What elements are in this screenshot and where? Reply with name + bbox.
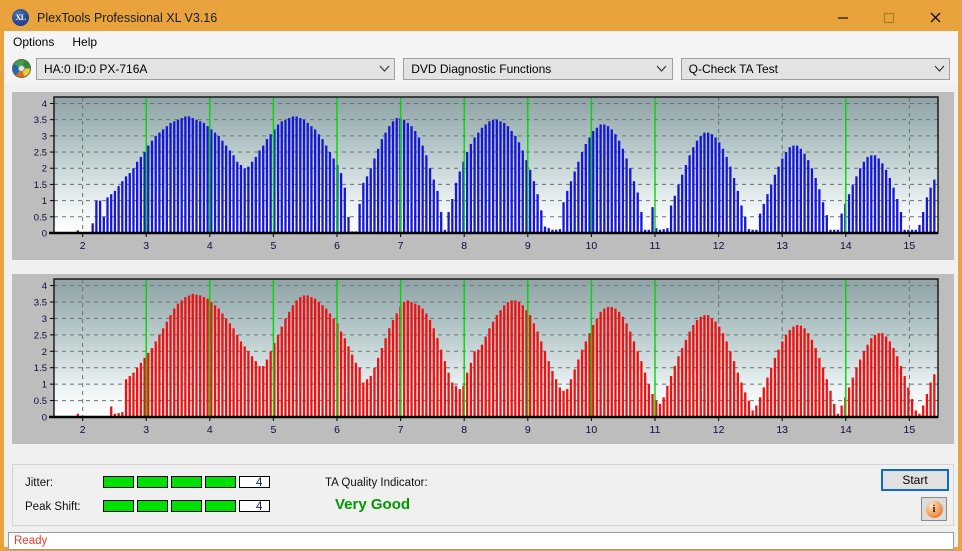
- svg-text:2: 2: [42, 347, 47, 358]
- disc-icon: [12, 59, 31, 78]
- test-select-value: Q-Check TA Test: [688, 61, 778, 76]
- svg-text:15: 15: [904, 424, 916, 436]
- title-bar: XL PlexTools Professional XL V3.16: [4, 4, 958, 31]
- results-panel: Jitter: 4 Peak Shift: 4 TA Quality Indic…: [12, 464, 954, 526]
- peak-shift-value: 4: [256, 501, 263, 513]
- svg-text:13: 13: [776, 240, 788, 252]
- svg-text:9: 9: [525, 424, 531, 436]
- svg-text:4: 4: [42, 99, 47, 110]
- svg-text:1.5: 1.5: [34, 180, 47, 191]
- rating-segment: [171, 476, 202, 488]
- start-button[interactable]: Start: [881, 469, 949, 491]
- svg-text:13: 13: [776, 424, 788, 436]
- menu-item-options[interactable]: Options: [4, 33, 63, 51]
- svg-text:3: 3: [143, 240, 149, 252]
- svg-text:2: 2: [42, 164, 47, 175]
- jitter-histogram-chart: 0 0.5 1 1.5 2 2.5 3 3.5 4 2 3 4 5 6 7 8 9 10 11 12 13 14 15: [12, 92, 954, 260]
- rating-segment: [103, 500, 134, 512]
- maximize-button[interactable]: [866, 4, 912, 31]
- rating-segment: [137, 476, 168, 488]
- svg-text:12: 12: [713, 424, 725, 436]
- status-bar: Ready: [8, 532, 954, 550]
- peak-shift-label: Peak Shift:: [25, 501, 81, 513]
- ta-quality-value: Very Good: [335, 496, 411, 513]
- close-button[interactable]: [912, 4, 958, 31]
- svg-text:14: 14: [840, 424, 852, 436]
- minimize-button[interactable]: [820, 4, 866, 31]
- jitter-value: 4: [256, 477, 263, 489]
- app-icon: XL: [12, 9, 29, 26]
- svg-text:4: 4: [207, 240, 213, 252]
- svg-text:2: 2: [80, 424, 86, 436]
- jitter-label: Jitter:: [25, 477, 54, 489]
- svg-text:5: 5: [270, 424, 276, 436]
- function-select-value: DVD Diagnostic Functions: [411, 61, 552, 76]
- chevron-down-icon: [652, 65, 672, 72]
- svg-text:4: 4: [42, 281, 47, 292]
- svg-text:2.5: 2.5: [34, 148, 47, 159]
- svg-text:9: 9: [525, 240, 531, 252]
- svg-text:0.5: 0.5: [34, 396, 47, 407]
- peak-shift-rating-bar: [103, 500, 270, 512]
- svg-text:1.5: 1.5: [34, 363, 47, 374]
- rating-segment: [205, 500, 236, 512]
- info-icon-glyph: i: [932, 503, 936, 515]
- info-button[interactable]: i: [921, 497, 947, 521]
- svg-text:7: 7: [398, 240, 404, 252]
- svg-text:10: 10: [586, 240, 598, 252]
- svg-text:4: 4: [207, 424, 213, 436]
- svg-text:11: 11: [650, 424, 661, 436]
- rating-segment: [171, 500, 202, 512]
- jitter-histogram-plot: 0 0.5 1 1.5 2 2.5 3 3.5 4 2 3 4 5 6 7 8 9 10 11 12 13 14 15: [12, 92, 954, 260]
- svg-text:11: 11: [650, 240, 661, 252]
- svg-text:15: 15: [904, 240, 916, 252]
- peak-shift-histogram-chart: 0 0.5 1 1.5 2 2.5 3 3.5 4 2 3 4 5 6 7 8 9 10 11 12 13 14 15: [12, 274, 954, 444]
- rating-segment: [103, 476, 134, 488]
- svg-text:6: 6: [334, 424, 340, 436]
- info-icon: i: [925, 500, 943, 518]
- svg-text:7: 7: [398, 424, 404, 436]
- svg-text:2: 2: [80, 240, 86, 252]
- jitter-rating-bar: [103, 476, 270, 488]
- svg-text:3: 3: [42, 131, 47, 142]
- rating-segment: [205, 476, 236, 488]
- svg-text:6: 6: [334, 240, 340, 252]
- svg-text:8: 8: [461, 240, 467, 252]
- drive-select[interactable]: HA:0 ID:0 PX-716A: [36, 57, 396, 80]
- function-select[interactable]: DVD Diagnostic Functions: [403, 57, 673, 80]
- rating-segment: [137, 500, 168, 512]
- svg-text:2.5: 2.5: [34, 330, 47, 341]
- svg-text:3.5: 3.5: [34, 115, 47, 126]
- menu-item-help[interactable]: Help: [63, 33, 106, 51]
- svg-text:5: 5: [270, 240, 276, 252]
- drive-select-value: HA:0 ID:0 PX-716A: [44, 61, 148, 76]
- svg-text:1: 1: [42, 380, 47, 391]
- toolbar: HA:0 ID:0 PX-716A DVD Diagnostic Functio…: [4, 52, 958, 85]
- peak-shift-histogram-plot: 0 0.5 1 1.5 2 2.5 3 3.5 4 2 3 4 5 6 7 8 9 10 11 12 13 14 15: [12, 274, 954, 444]
- svg-text:0.5: 0.5: [34, 212, 47, 223]
- chevron-down-icon: [929, 65, 949, 72]
- status-text: Ready: [14, 535, 48, 547]
- svg-text:3.5: 3.5: [34, 298, 47, 309]
- test-select[interactable]: Q-Check TA Test: [680, 57, 951, 80]
- rating-segment: [239, 500, 270, 512]
- svg-text:3: 3: [143, 424, 149, 436]
- app-icon-text: XL: [15, 13, 26, 22]
- ta-quality-label: TA Quality Indicator:: [325, 477, 428, 489]
- chevron-down-icon: [374, 65, 394, 72]
- svg-text:3: 3: [42, 314, 47, 325]
- svg-text:10: 10: [586, 424, 598, 436]
- menu-bar: Options Help: [4, 31, 958, 52]
- svg-text:14: 14: [840, 240, 852, 252]
- svg-text:8: 8: [461, 424, 467, 436]
- svg-text:0: 0: [42, 229, 47, 240]
- window-title: PlexTools Professional XL V3.16: [37, 10, 218, 25]
- svg-text:12: 12: [713, 240, 725, 252]
- svg-text:0: 0: [42, 413, 47, 424]
- application-window: XL PlexTools Professional XL V3.16 Optio…: [0, 0, 962, 551]
- svg-text:1: 1: [42, 196, 47, 207]
- rating-segment: [239, 476, 270, 488]
